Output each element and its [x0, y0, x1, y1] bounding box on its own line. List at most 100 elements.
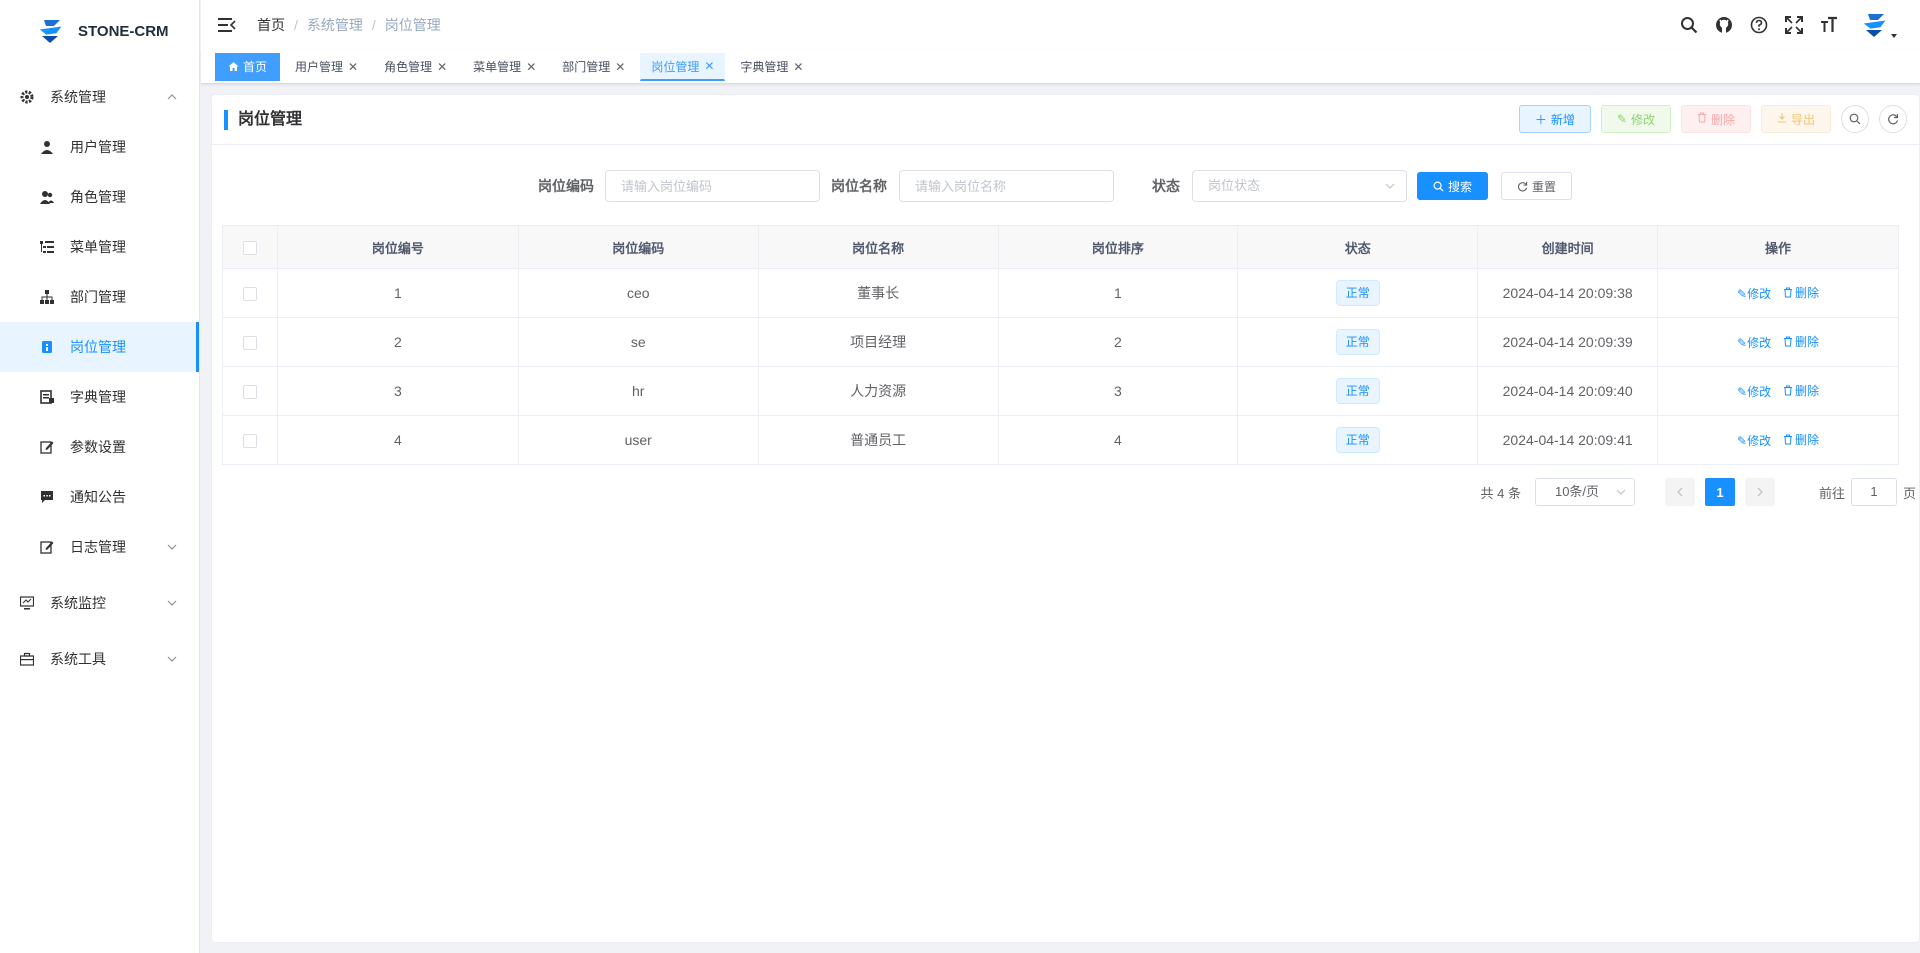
- logo[interactable]: STONE-CRM: [0, 0, 199, 62]
- tag-roles[interactable]: 角色管理 ✕: [373, 53, 458, 81]
- column-header[interactable]: 岗位名称: [758, 225, 999, 269]
- sidebar-group-tools[interactable]: 系统工具: [0, 634, 199, 684]
- column-header[interactable]: 岗位编码: [518, 225, 759, 269]
- sidebar-item-menus[interactable]: 菜单管理: [0, 222, 199, 272]
- row-select-cell: [222, 317, 278, 367]
- jump-page-input[interactable]: 1: [1850, 478, 1897, 506]
- status-cell: 正常: [1237, 366, 1479, 416]
- post-code-input[interactable]: [605, 170, 820, 202]
- table-row[interactable]: 4 user 普通员工 4 正常 2024-04-14 20:09:41 ✎ 修改…: [222, 415, 1899, 465]
- row-delete-button[interactable]: 删除: [1783, 333, 1819, 350]
- export-button[interactable]: 导出: [1760, 105, 1831, 133]
- pagination-total: 共 4 条: [1480, 485, 1521, 501]
- edit-button[interactable]: ✎ 修改: [1600, 105, 1671, 133]
- prev-page-button[interactable]: [1664, 478, 1695, 506]
- breadcrumb-separator: /: [371, 17, 376, 33]
- hamburger-icon[interactable]: [217, 15, 237, 35]
- table-row[interactable]: 2 se 项目经理 2 正常 2024-04-14 20:09:39 ✎ 修改 删…: [222, 317, 1899, 367]
- status-badge: 正常: [1335, 378, 1380, 404]
- status-select[interactable]: 岗位状态: [1192, 170, 1407, 202]
- column-header[interactable]: 状态: [1237, 225, 1479, 269]
- close-icon[interactable]: ✕: [437, 60, 447, 74]
- reset-button[interactable]: 重置: [1501, 172, 1573, 200]
- table-row[interactable]: 1 ceo 董事长 1 正常 2024-04-14 20:09:38 ✎ 修改 删…: [222, 268, 1899, 318]
- row-delete-label: 删除: [1795, 285, 1820, 300]
- post-name-input[interactable]: [899, 170, 1114, 202]
- tag-dicts[interactable]: 字典管理 ✕: [729, 53, 814, 81]
- post-table: 岗位编号 岗位编码 岗位名称 岗位排序 状态 创建时间 操作 1 ceo 董事长…: [222, 225, 1899, 465]
- toggle-search-button[interactable]: [1841, 105, 1869, 133]
- sidebar-menu: 系统管理 用户管理 角色管理 菜单管理 部门管理 岗位管理 字典管理 参数设置 …: [0, 72, 199, 684]
- post-code-cell: hr: [518, 366, 759, 416]
- tag-home[interactable]: 首页: [215, 52, 281, 81]
- sidebar-item-label: 用户管理: [70, 139, 126, 155]
- org-tree-icon: [40, 290, 54, 304]
- sidebar-item-users[interactable]: 用户管理: [0, 122, 199, 172]
- add-button[interactable]: ＋新增: [1518, 105, 1591, 133]
- row-checkbox[interactable]: [242, 336, 257, 351]
- row-delete-button[interactable]: 删除: [1783, 431, 1819, 448]
- row-delete-button[interactable]: 删除: [1783, 284, 1819, 301]
- close-icon[interactable]: ✕: [348, 60, 358, 74]
- post-id-cell: 3: [277, 366, 519, 416]
- home-icon: [228, 62, 239, 71]
- page-number-current[interactable]: 1: [1704, 478, 1735, 506]
- tag-posts[interactable]: 岗位管理 ✕: [640, 52, 726, 81]
- github-icon[interactable]: [1714, 15, 1734, 35]
- row-checkbox[interactable]: [242, 385, 257, 400]
- post-code-label: 岗位编码: [538, 178, 594, 194]
- sidebar-item-depts[interactable]: 部门管理: [0, 272, 199, 322]
- sidebar-item-label: 通知公告: [70, 489, 126, 505]
- tag-users[interactable]: 用户管理 ✕: [284, 53, 369, 81]
- delete-button-label: 删除: [1710, 112, 1735, 127]
- row-edit-button[interactable]: ✎ 修改: [1737, 285, 1771, 302]
- column-header[interactable]: 岗位排序: [998, 225, 1239, 269]
- close-icon[interactable]: ✕: [793, 60, 803, 74]
- sidebar-group-monitor[interactable]: 系统监控: [0, 578, 199, 628]
- avatar: [1863, 14, 1886, 37]
- tag-depts[interactable]: 部门管理 ✕: [551, 53, 636, 81]
- user-menu[interactable]: [1860, 10, 1898, 40]
- row-delete-button[interactable]: 删除: [1783, 382, 1819, 399]
- close-icon[interactable]: ✕: [526, 60, 536, 74]
- sidebar-item-notices[interactable]: 通知公告: [0, 472, 199, 522]
- post-code-cell: ceo: [518, 268, 759, 318]
- select-all-checkbox[interactable]: [242, 240, 257, 255]
- font-size-icon[interactable]: [1819, 15, 1839, 35]
- sidebar-item-dicts[interactable]: 字典管理: [0, 372, 199, 422]
- row-edit-button[interactable]: ✎ 修改: [1737, 383, 1771, 400]
- row-edit-button[interactable]: ✎ 修改: [1737, 334, 1771, 351]
- post-name-cell: 项目经理: [758, 317, 999, 367]
- search-icon[interactable]: [1679, 15, 1699, 35]
- refresh-button[interactable]: [1879, 105, 1907, 133]
- chevron-down-icon: [167, 544, 177, 550]
- fullscreen-icon[interactable]: [1784, 15, 1804, 35]
- status-badge: 正常: [1335, 427, 1380, 453]
- sidebar-item-roles[interactable]: 角色管理: [0, 172, 199, 222]
- tag-menus[interactable]: 菜单管理 ✕: [462, 53, 547, 81]
- column-header: 操作: [1657, 225, 1899, 269]
- sidebar-item-logs[interactable]: 日志管理: [0, 522, 199, 572]
- breadcrumb-item-home[interactable]: 首页: [257, 15, 285, 35]
- row-select-cell: [222, 366, 278, 416]
- page-size-select[interactable]: 10条/页: [1534, 478, 1635, 506]
- column-header[interactable]: 创建时间: [1477, 225, 1659, 269]
- created-time-cell: 2024-04-14 20:09:40: [1477, 366, 1659, 416]
- question-icon[interactable]: [1749, 15, 1769, 35]
- next-page-button[interactable]: [1744, 478, 1775, 506]
- column-header[interactable]: 岗位编号: [277, 225, 519, 269]
- card-header: 岗位管理 ＋新增 ✎ 修改 删除 导出: [212, 95, 1919, 145]
- close-icon[interactable]: ✕: [615, 60, 625, 74]
- sidebar-item-posts[interactable]: 岗位管理: [0, 322, 199, 372]
- close-icon[interactable]: ✕: [704, 59, 714, 73]
- pagination: 共 4 条 10条/页 1 前往 1 页: [1481, 478, 1920, 506]
- sidebar-item-config[interactable]: 参数设置: [0, 422, 199, 472]
- sidebar-group-system[interactable]: 系统管理: [0, 72, 199, 122]
- row-checkbox[interactable]: [242, 434, 257, 449]
- row-edit-button[interactable]: ✎ 修改: [1737, 432, 1771, 449]
- search-button[interactable]: 搜索: [1417, 172, 1489, 200]
- delete-button[interactable]: 删除: [1680, 105, 1751, 133]
- table-row[interactable]: 3 hr 人力资源 3 正常 2024-04-14 20:09:40 ✎ 修改 删…: [222, 366, 1899, 416]
- row-checkbox[interactable]: [242, 287, 257, 302]
- plus-icon: ＋: [1534, 112, 1547, 127]
